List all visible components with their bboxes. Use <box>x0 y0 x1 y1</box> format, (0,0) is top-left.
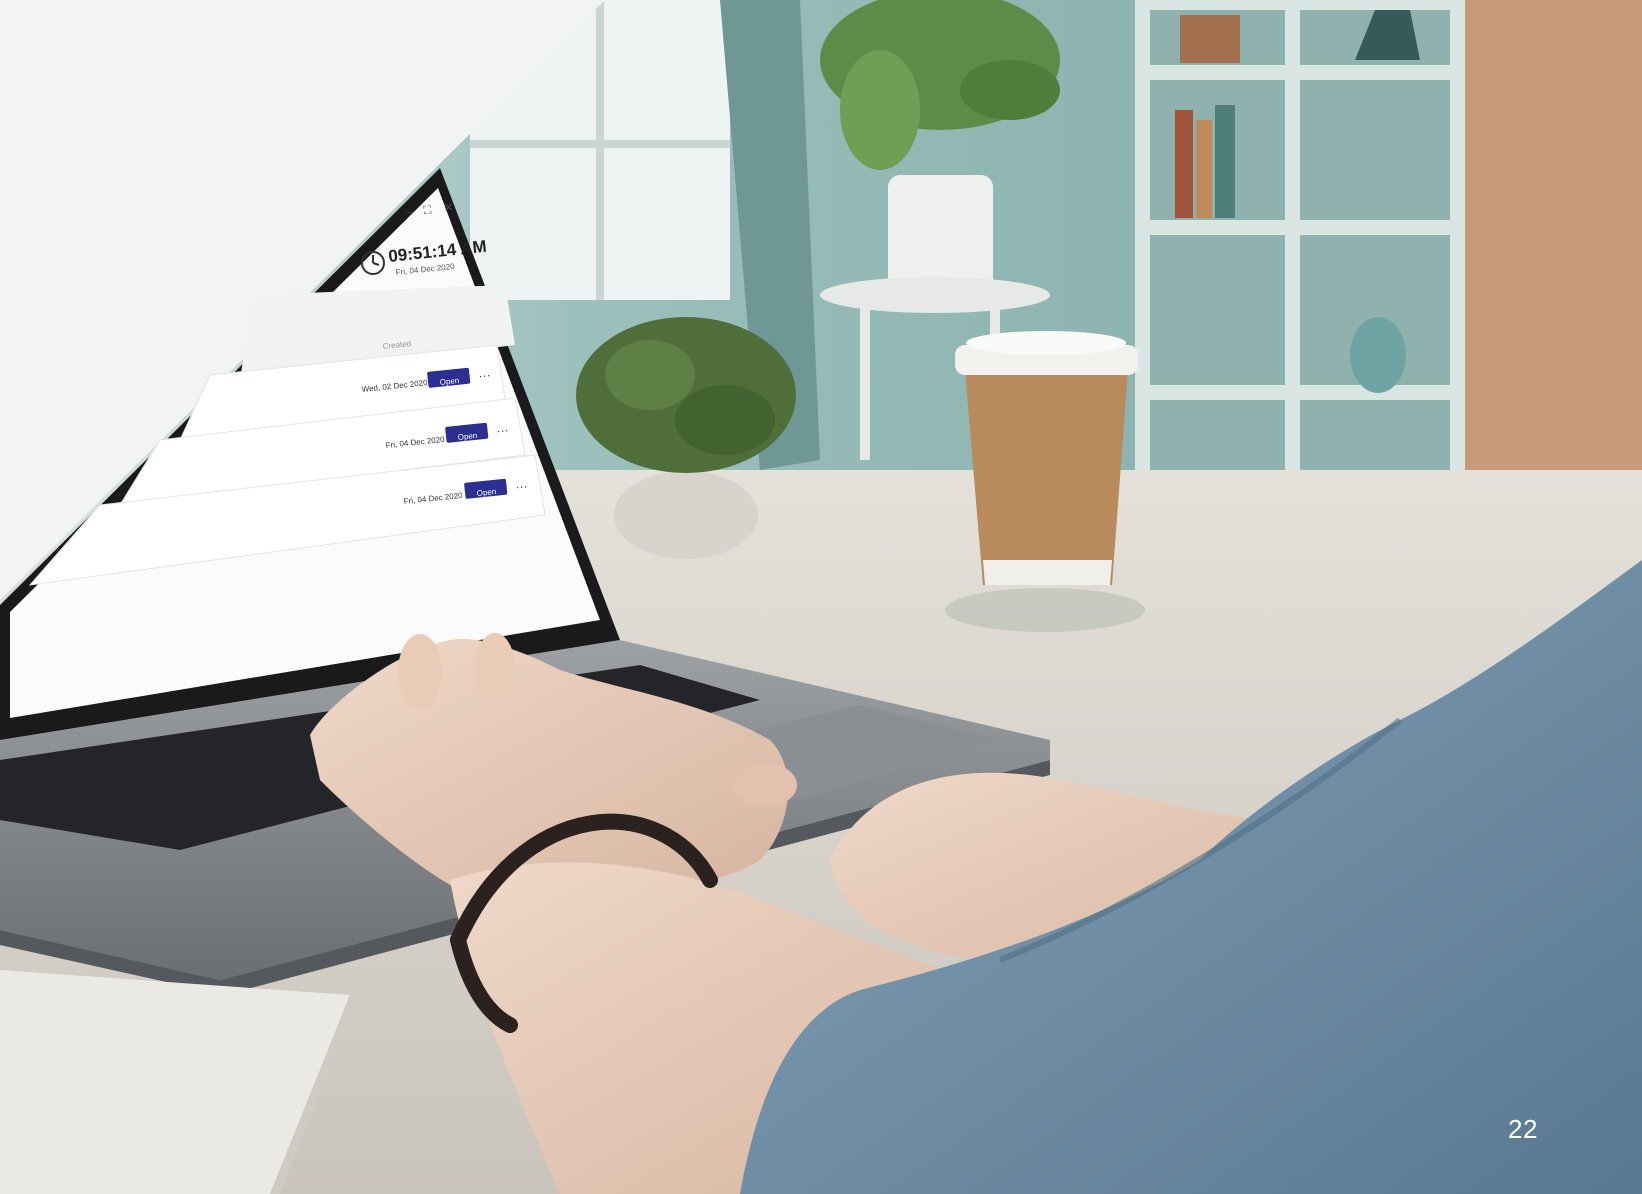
svg-text:⛶: ⛶ <box>423 204 432 217</box>
wood-panel <box>1465 0 1642 520</box>
more-icon[interactable]: ··· <box>496 423 509 438</box>
close-icon[interactable]: ✕ <box>443 200 454 215</box>
page-number: 22 <box>1508 1114 1538 1144</box>
more-icon[interactable]: ··· <box>478 368 491 383</box>
bookshelf <box>1135 0 1465 500</box>
more-icon[interactable]: ··· <box>515 479 528 494</box>
photo-scene: – ⛶ ✕ 09:51:14 AM Fri, 04 Dec 2020 Creat… <box>0 0 1642 1194</box>
